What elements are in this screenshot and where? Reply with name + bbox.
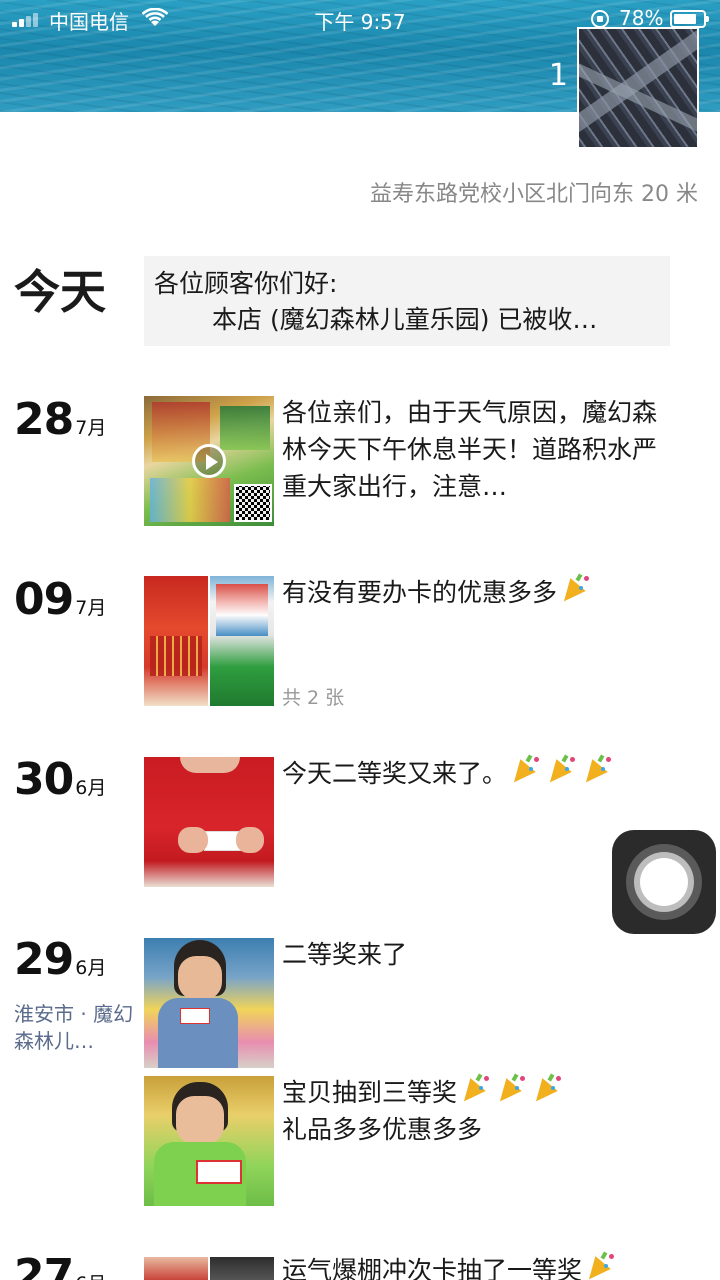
- post-text-content: 运气爆棚冲次卡抽了一等奖: [282, 1256, 583, 1280]
- post-text-line: 宝贝抽到三等奖: [282, 1073, 662, 1111]
- date-day: 09 7月: [14, 574, 106, 625]
- photo-thumbnail[interactable]: [210, 1257, 274, 1280]
- battery-icon: [670, 10, 709, 28]
- post-text[interactable]: 二等奖来了: [282, 936, 662, 973]
- party-popper-icon: [506, 754, 541, 789]
- text-post-today[interactable]: 各位顾客你们好: 本店 (魔幻森林儿童乐园) 已被收…: [144, 256, 670, 346]
- qr-code: [234, 484, 272, 522]
- day-number: 28: [14, 394, 74, 445]
- photo-count: 共 2 张: [282, 687, 345, 709]
- video-thumbnail[interactable]: [144, 396, 274, 526]
- photo-thumbnail[interactable]: [144, 1076, 274, 1206]
- party-popper-icon: [456, 1073, 491, 1108]
- photo-thumbnail[interactable]: [210, 576, 274, 706]
- post-text-content: 宝贝抽到三等奖: [282, 1078, 458, 1107]
- month-label: 7月: [75, 417, 107, 439]
- post-text[interactable]: 各位亲们，由于天气原因，魔幻森林今天下午休息半天！道路积水严重大家出行，注意…: [282, 394, 662, 505]
- post-text-line: 礼品多多优惠多多: [282, 1115, 483, 1144]
- photo-thumbnail[interactable]: [144, 938, 274, 1068]
- date-day: 29 6月: [14, 934, 106, 985]
- post-text[interactable]: 今天二等奖又来了。: [282, 754, 662, 792]
- post-text[interactable]: 宝贝抽到三等奖 礼品多多优惠多多: [282, 1073, 662, 1148]
- play-icon[interactable]: [192, 444, 226, 478]
- date-day: 30 6月: [14, 754, 106, 805]
- month-label: 6月: [75, 1273, 106, 1280]
- photo-thumbnail[interactable]: [144, 576, 208, 706]
- party-popper-icon: [492, 1073, 527, 1108]
- avatar[interactable]: [577, 27, 699, 149]
- month-label: 7月: [75, 597, 107, 619]
- location-link[interactable]: 淮安市 · 魔幻森林儿…: [14, 1001, 134, 1055]
- party-popper-icon: [578, 754, 613, 789]
- profile-name: 1: [548, 58, 568, 93]
- post-text-line: 本店 (魔幻森林儿童乐园) 已被收…: [212, 305, 598, 334]
- assistive-touch-icon[interactable]: [612, 830, 716, 934]
- day-number: 09: [14, 574, 74, 625]
- rotation-lock-icon: [591, 10, 609, 28]
- day-number: 27: [14, 1250, 74, 1280]
- profile-address: 益寿东路党校小区北门向东 20 米: [370, 182, 698, 207]
- post-text-line: 各位顾客你们好:: [154, 269, 338, 298]
- post-text[interactable]: 有没有要办卡的优惠多多: [282, 573, 662, 611]
- photo-thumbnail[interactable]: [144, 757, 274, 887]
- party-popper-icon: [556, 573, 591, 608]
- post-text-content: 今天二等奖又来了。: [282, 759, 508, 788]
- party-popper-icon: [528, 1073, 563, 1108]
- month-label: 6月: [75, 777, 107, 799]
- date-today: 今天: [14, 265, 106, 319]
- party-popper-icon: [542, 754, 577, 789]
- day-number: 30: [14, 754, 74, 805]
- date-day: 28 7月: [14, 394, 106, 445]
- month-label: 6月: [75, 957, 107, 979]
- party-popper-icon: [581, 1251, 616, 1280]
- date-day: 276月: [14, 1250, 106, 1280]
- photo-thumbnail[interactable]: [144, 1257, 208, 1280]
- day-number: 29: [14, 934, 74, 985]
- post-text[interactable]: 运气爆棚冲次卡抽了一等奖: [282, 1251, 662, 1280]
- post-text-content: 有没有要办卡的优惠多多: [282, 578, 558, 607]
